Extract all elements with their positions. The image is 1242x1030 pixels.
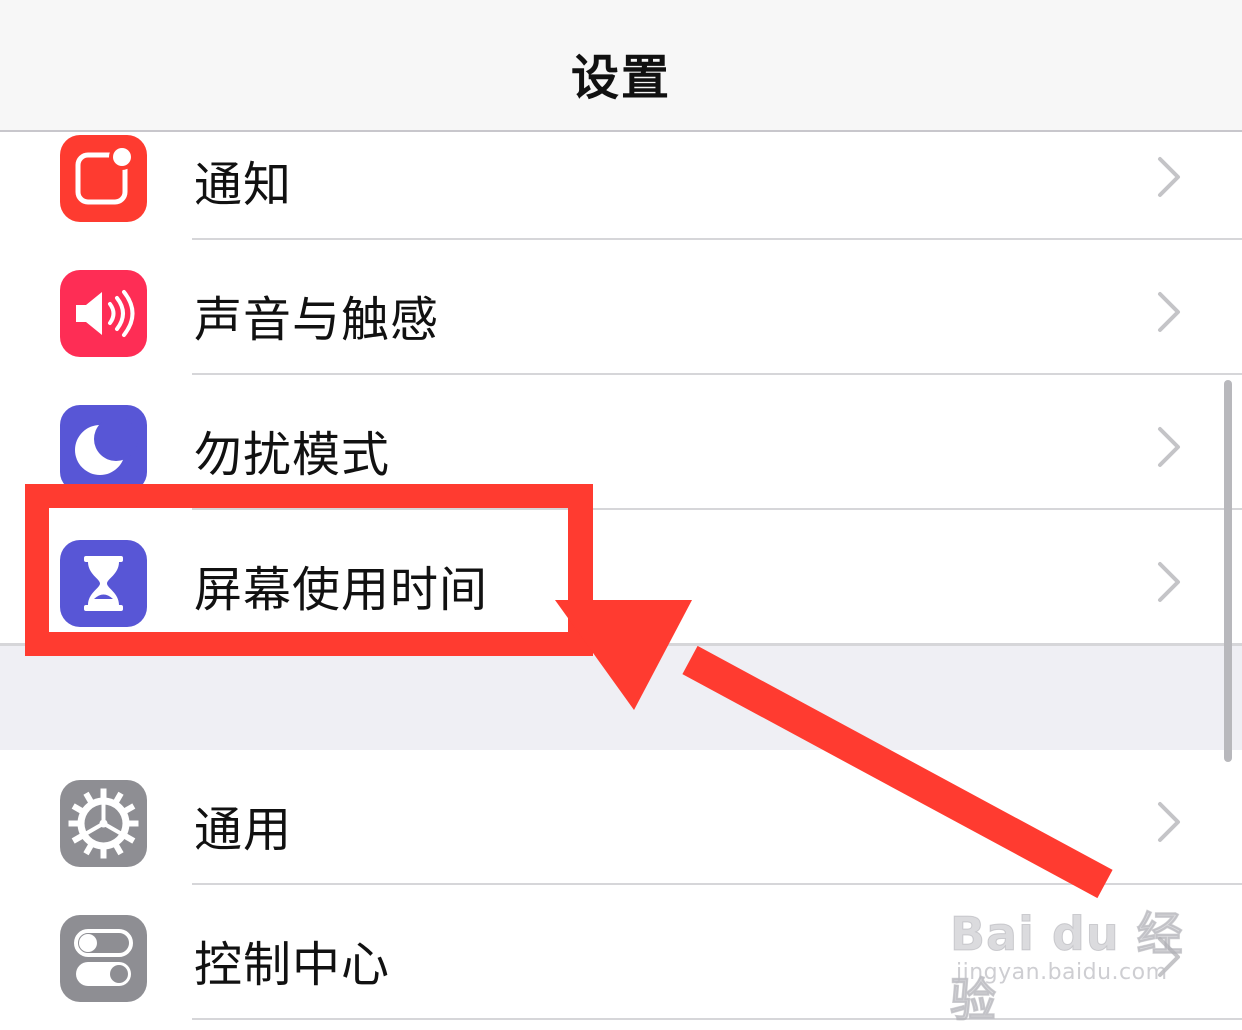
settings-row-screen-time[interactable]: 屏幕使用时间: [0, 510, 1242, 645]
settings-row-do-not-disturb[interactable]: 勿扰模式: [0, 375, 1242, 510]
settings-row-label: 声音与触感: [194, 292, 440, 348]
section-gap: [0, 645, 1242, 752]
settings-row-label: 控制中心: [194, 937, 391, 993]
hourglass-icon: [60, 540, 147, 627]
gear-icon: [60, 780, 147, 867]
chevron-right-icon: [1152, 290, 1186, 334]
settings-row-label: 勿扰模式: [194, 427, 391, 483]
settings-row-label: 通知: [194, 157, 293, 213]
scroll-indicator[interactable]: [1224, 380, 1232, 762]
chevron-right-icon: [1152, 425, 1186, 469]
row-separator: [192, 1018, 1242, 1020]
speaker-icon: [60, 270, 147, 357]
settings-row-control-center[interactable]: 控制中心: [0, 885, 1242, 1020]
page-title: 设置: [570, 50, 671, 106]
moon-icon: [60, 405, 147, 492]
settings-row-label: 通用: [194, 802, 293, 858]
chevron-right-icon: [1152, 935, 1186, 979]
chevron-right-icon: [1152, 800, 1186, 844]
toggles-icon: [60, 915, 147, 1002]
chevron-right-icon: [1152, 560, 1186, 604]
settings-row-sounds-haptics[interactable]: 声音与触感: [0, 240, 1242, 375]
chevron-right-icon: [1152, 155, 1186, 199]
notifications-icon: [60, 135, 147, 222]
settings-row-general[interactable]: 通用: [0, 750, 1242, 885]
navigation-bar: 设置: [0, 0, 1242, 132]
settings-row-label: 屏幕使用时间: [194, 562, 489, 618]
